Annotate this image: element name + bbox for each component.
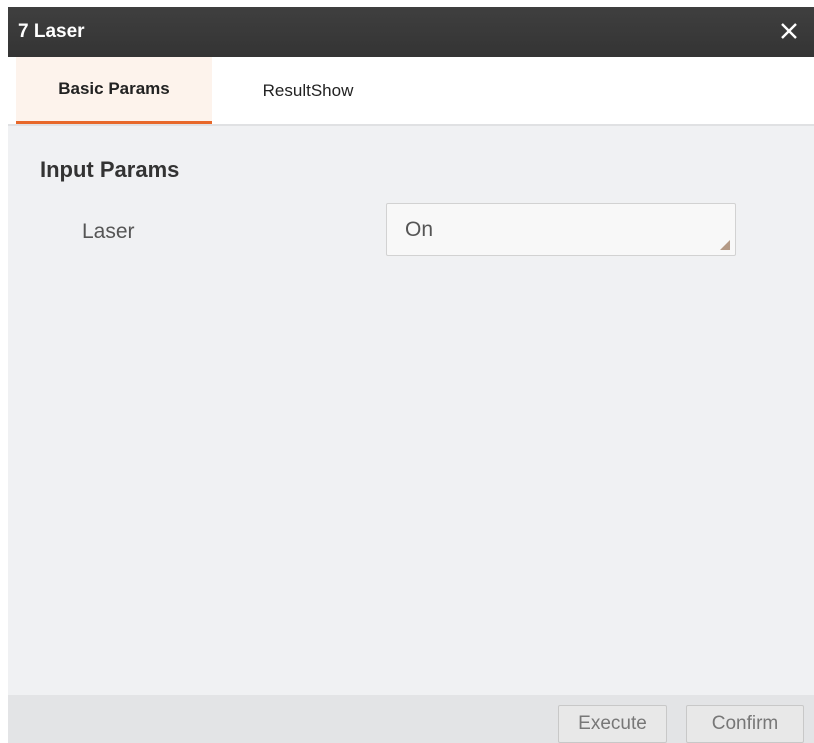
- execute-button[interactable]: Execute: [558, 705, 667, 743]
- laser-dialog: 7 Laser Basic Params ResultShow Input Pa…: [8, 7, 814, 743]
- dropdown-corner-icon: [720, 240, 730, 250]
- tab-basic-params[interactable]: Basic Params: [16, 57, 212, 124]
- laser-param-label: Laser: [82, 220, 135, 243]
- dialog-title: 7 Laser: [18, 21, 85, 42]
- dialog-footer: Execute Confirm: [8, 695, 814, 743]
- confirm-button[interactable]: Confirm: [686, 705, 804, 743]
- tab-bar: Basic Params ResultShow: [8, 57, 814, 126]
- close-button[interactable]: [774, 16, 804, 46]
- laser-select-value: On: [405, 218, 434, 241]
- title-bar: 7 Laser: [8, 7, 814, 57]
- close-icon: [781, 23, 797, 39]
- input-params-heading: Input Params: [40, 157, 180, 182]
- tab-result-show[interactable]: ResultShow: [244, 57, 372, 124]
- laser-select[interactable]: On: [386, 203, 736, 256]
